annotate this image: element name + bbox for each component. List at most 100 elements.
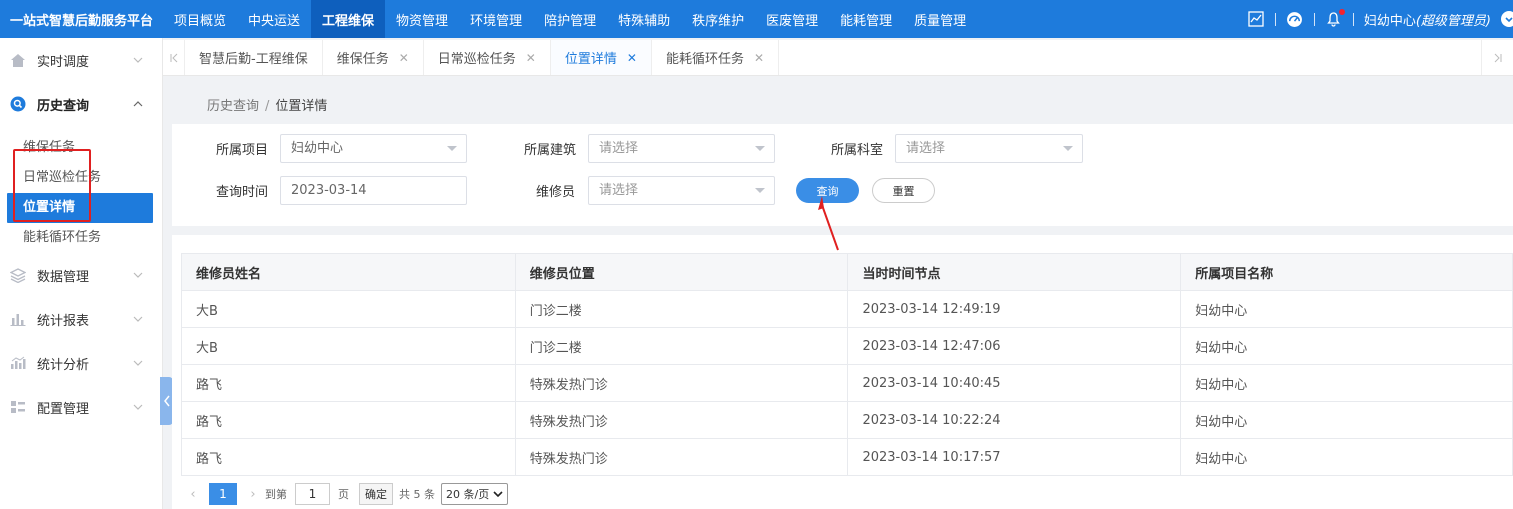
project-select[interactable]: 妇幼中心 [280,134,467,163]
time-label: 查询时间 [216,185,269,200]
close-icon[interactable]: ✕ [399,51,409,65]
table-row: 路飞 特殊发热门诊 2023-03-14 10:22:24 妇幼中心 [181,401,1513,439]
page-size-select[interactable]: 20 条/页 [441,483,509,505]
annotation-arrow [818,196,839,251]
cell-project-name: 妇幼中心 [1180,438,1513,476]
prev-page-icon[interactable]: ‹ [181,487,205,502]
bar-chart-icon [10,311,26,327]
user-name[interactable]: 妇幼中心(超级管理员) [1364,10,1491,29]
cell-worker-name: 路飞 [181,401,516,439]
tab-scroll-left-icon[interactable] [163,40,185,75]
pagination: ‹ 1 › 到第 1 页 确定 共 5 条 20 条/页 [181,482,509,506]
nav-item-materials[interactable]: 物资管理 [385,0,459,38]
next-page-icon[interactable]: › [241,487,265,502]
dropdown-arrow-icon [755,188,765,193]
chevron-down-icon [493,491,503,498]
cell-timestamp: 2023-03-14 12:49:19 [847,290,1182,328]
dashboard-icon[interactable] [1286,10,1304,28]
tab-maintenance-task[interactable]: 维保任务 ✕ [323,40,424,75]
building-placeholder: 请选择 [599,141,639,156]
sidebar-group-statistical-analysis[interactable]: 统计分析 [0,341,162,385]
sidebar-group-label: 配置管理 [37,401,90,417]
sidebar-group-label: 统计分析 [37,357,90,373]
department-select[interactable]: 请选择 [895,134,1083,163]
tab-label: 智慧后勤-工程维保 [199,52,308,67]
column-header-project-name: 所属项目名称 [1180,253,1513,291]
goto-prefix: 到第 [265,488,287,501]
nav-item-order-maintenance[interactable]: 秩序维护 [681,0,755,38]
date-value: 2023-03-14 [291,183,367,198]
sidebar-group-history-query[interactable]: 历史查询 [0,82,162,126]
sidebar-item-energy-cycle-task[interactable]: 能耗循环任务 [0,223,162,253]
nav-item-escort[interactable]: 陪护管理 [533,0,607,38]
cell-project-name: 妇幼中心 [1180,401,1513,439]
nav-item-engineering-maintenance[interactable]: 工程维保 [311,0,386,38]
cell-worker-location: 特殊发热门诊 [514,364,849,402]
goto-confirm-button[interactable]: 确定 [359,483,393,505]
column-header-worker-location: 维修员位置 [514,253,849,291]
column-header-timestamp: 当时时间节点 [847,253,1182,291]
worker-select[interactable]: 请选择 [588,176,775,205]
department-label: 所属科室 [831,143,884,158]
cell-worker-name: 路飞 [181,364,516,402]
table-row: 路飞 特殊发热门诊 2023-03-14 10:40:45 妇幼中心 [181,364,1513,402]
sidebar-group-realtime-dispatch[interactable]: 实时调度 [0,38,162,82]
tab-bar: 智慧后勤-工程维保 维保任务 ✕ 日常巡检任务 ✕ 位置详情 ✕ 能耗循环任务 ✕ [163,40,1513,76]
cell-worker-name: 路飞 [181,438,516,476]
sidebar-item-maintenance-task[interactable]: 维保任务 [0,133,162,163]
chevron-down-icon [133,404,143,410]
sidebar-group-statistical-report[interactable]: 统计报表 [0,297,162,341]
cell-timestamp: 2023-03-14 10:40:45 [847,364,1182,402]
reset-button[interactable]: 重置 [872,178,935,203]
table-row: 大B 门诊二楼 2023-03-14 12:47:06 妇幼中心 [181,327,1513,365]
search-icon [10,96,26,112]
breadcrumb-current: 位置详情 [275,99,328,114]
chart-icon[interactable] [1247,10,1265,28]
date-input[interactable]: 2023-03-14 [280,176,467,205]
page-number-current[interactable]: 1 [209,483,237,505]
sidebar-group-label: 历史查询 [37,98,90,114]
worker-label: 维修员 [536,185,576,200]
tab-smart-logistics-engineering[interactable]: 智慧后勤-工程维保 [185,40,323,75]
tab-label: 能耗循环任务 [665,52,744,67]
cell-project-name: 妇幼中心 [1180,327,1513,365]
sidebar-group-data-management[interactable]: 数据管理 [0,253,162,297]
project-value: 妇幼中心 [291,141,344,156]
tab-scroll-right-icon[interactable] [1481,40,1513,75]
close-icon[interactable]: ✕ [526,51,536,65]
cell-worker-location: 特殊发热门诊 [514,401,849,439]
sidebar-item-location-detail[interactable]: 位置详情 [7,193,153,223]
sidebar: 实时调度 历史查询 维保任务 日常巡检任务 位置详情 能耗循环任务 数据管理 统… [0,38,163,509]
cell-worker-name: 大B [181,327,516,365]
building-select[interactable]: 请选择 [588,134,775,163]
config-icon [10,399,26,415]
cell-worker-location: 特殊发热门诊 [514,438,849,476]
user-dropdown-icon[interactable] [1501,11,1513,27]
breadcrumb-parent[interactable]: 历史查询 [207,99,259,114]
nav-item-overview[interactable]: 项目概览 [163,0,237,38]
user-org: 妇幼中心 [1363,13,1416,29]
tab-energy-cycle-task[interactable]: 能耗循环任务 ✕ [652,40,780,75]
tab-location-detail[interactable]: 位置详情 ✕ [550,40,652,75]
sidebar-group-label: 统计报表 [37,313,90,329]
nav-item-energy[interactable]: 能耗管理 [829,0,903,38]
column-header-worker-name: 维修员姓名 [181,253,516,291]
close-icon[interactable]: ✕ [754,51,764,65]
cell-worker-location: 门诊二楼 [514,327,849,365]
home-icon [10,52,26,68]
close-icon[interactable]: ✕ [627,51,637,65]
sidebar-item-daily-inspection[interactable]: 日常巡检任务 [0,163,162,193]
breadcrumb-separator: / [265,99,270,114]
nav-item-special-assist[interactable]: 特殊辅助 [607,0,681,38]
table-panel: 维修员姓名 维修员位置 当时时间节点 所属项目名称 大B 门诊二楼 2023-0… [172,235,1513,509]
chevron-up-icon [133,101,143,107]
nav-item-environment[interactable]: 环境管理 [459,0,533,38]
nav-item-quality[interactable]: 质量管理 [903,0,977,38]
bell-icon[interactable] [1325,9,1345,28]
goto-page-input[interactable]: 1 [295,483,330,505]
cell-worker-location: 门诊二楼 [514,290,849,328]
tab-daily-inspection[interactable]: 日常巡检任务 ✕ [424,40,551,75]
nav-item-central-transport[interactable]: 中央运送 [237,0,311,38]
nav-item-medical-waste[interactable]: 医废管理 [755,0,829,38]
sidebar-group-config-management[interactable]: 配置管理 [0,385,162,429]
